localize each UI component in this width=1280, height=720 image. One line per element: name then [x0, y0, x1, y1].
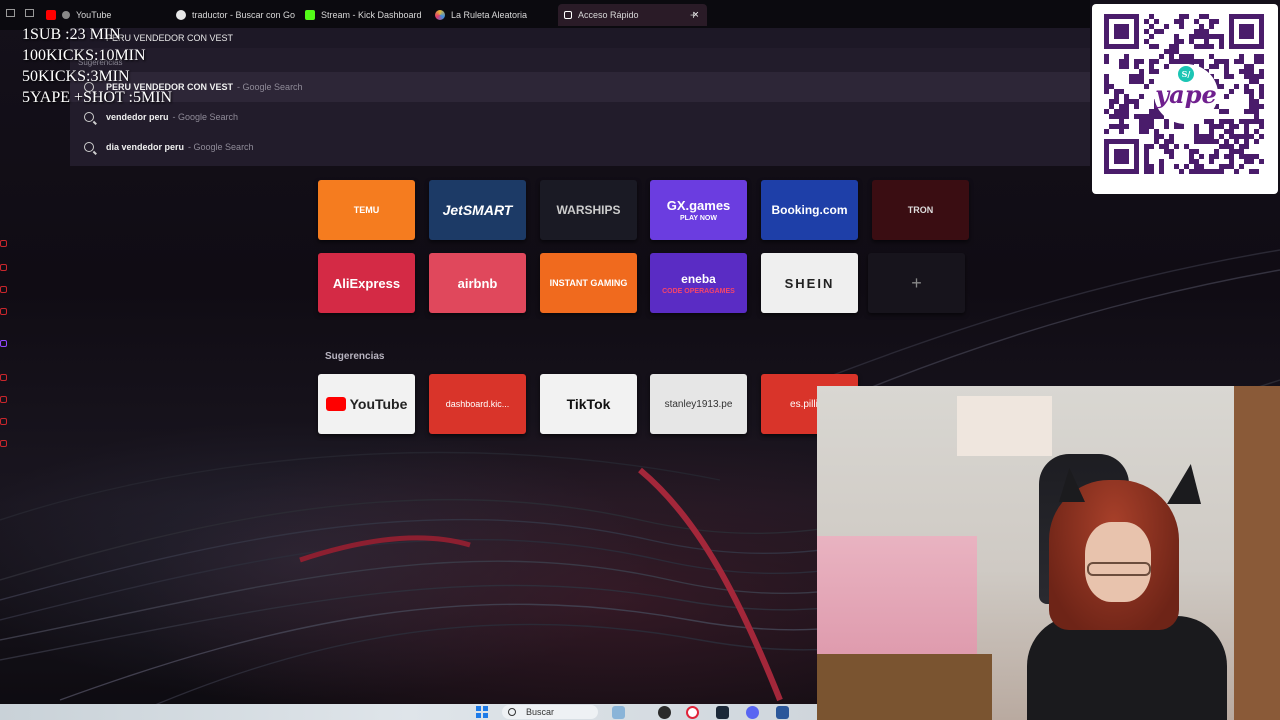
- yape-logo: S/ yape: [1154, 64, 1218, 124]
- new-tab-button[interactable]: +: [690, 8, 697, 22]
- grid-icon: [564, 11, 572, 19]
- speed-dial-warships[interactable]: WARSHIPS: [540, 180, 637, 240]
- discord-icon[interactable]: [746, 706, 759, 719]
- sidebar-app-icon[interactable]: [0, 396, 7, 403]
- sidebar-app-icon[interactable]: [0, 286, 7, 293]
- tab-title: Stream - Kick Dashboard: [321, 10, 422, 20]
- tab-ruleta[interactable]: La Ruleta Aleatoria: [435, 6, 527, 24]
- tab-youtube[interactable]: YouTube: [46, 6, 111, 24]
- kick-icon: [305, 10, 315, 20]
- tab-acceso-rapido[interactable]: Acceso Rápido ×: [558, 4, 707, 26]
- tab-title: La Ruleta Aleatoria: [451, 10, 528, 20]
- speed-dial-shein[interactable]: SHEIN: [761, 253, 858, 313]
- webcam-door: [1234, 386, 1280, 720]
- suggestion-item[interactable]: PERU VENDEDOR CON VEST - Google Search: [70, 72, 1090, 102]
- tab-title: traductor - Buscar con Go: [192, 10, 296, 20]
- suggested-stanley[interactable]: stanley1913.pe: [650, 374, 747, 434]
- search-icon: [84, 142, 94, 152]
- suggested-tiktok[interactable]: TikTok: [540, 374, 637, 434]
- speed-dial-booking[interactable]: Booking.com: [761, 180, 858, 240]
- speed-dial-jetsmart[interactable]: JetSMART: [429, 180, 526, 240]
- file-explorer-icon[interactable]: [612, 706, 625, 719]
- google-icon: [176, 10, 186, 20]
- address-bar[interactable]: PERU VENDEDOR CON VEST: [70, 28, 1090, 48]
- suggestions-label: Sugerencias: [325, 351, 385, 362]
- speaker-icon[interactable]: [62, 11, 70, 19]
- word-icon[interactable]: [776, 706, 789, 719]
- sidebar-app-icon[interactable]: [0, 264, 7, 271]
- workspace-icon[interactable]: [6, 9, 15, 17]
- suggestion-item[interactable]: vendedor peru - Google Search: [70, 102, 1090, 132]
- tab-menu-icon[interactable]: [25, 9, 34, 17]
- twitch-icon[interactable]: [0, 340, 7, 347]
- sidebar-app-icon[interactable]: [0, 440, 7, 447]
- tab-title: Acceso Rápido: [578, 10, 639, 20]
- window-controls: [6, 9, 34, 17]
- stream-overlay-text: 1SUB :23 MIN 100KICKS:10MIN 50KICKS:3MIN…: [22, 24, 172, 108]
- taskbar-search[interactable]: Buscar: [502, 705, 598, 719]
- tab-traductor[interactable]: traductor - Buscar con Go: [176, 6, 295, 24]
- windows-start-icon[interactable]: [476, 706, 488, 718]
- speed-dial-airbnb[interactable]: airbnb: [429, 253, 526, 313]
- webcam-feed: [817, 386, 1280, 720]
- speed-dial-instant-gaming[interactable]: INSTANT GAMING: [540, 253, 637, 313]
- tab-kick-dashboard[interactable]: Stream - Kick Dashboard: [305, 6, 422, 24]
- suggested-youtube[interactable]: YouTube: [318, 374, 415, 434]
- suggested-kick-dashboard[interactable]: dashboard.kic...: [429, 374, 526, 434]
- steam-icon[interactable]: [716, 706, 729, 719]
- sidebar-app-icon[interactable]: [0, 240, 7, 247]
- opera-gx-icon[interactable]: [686, 706, 699, 719]
- speed-dial-aliexpress[interactable]: AliExpress: [318, 253, 415, 313]
- overlay-line: 100KICKS:10MIN: [22, 47, 146, 64]
- wheel-icon: [435, 10, 445, 20]
- add-speed-dial-button[interactable]: +: [868, 253, 965, 313]
- sidebar-app-icon[interactable]: [0, 418, 7, 425]
- sidebar-app-icon[interactable]: [0, 374, 7, 381]
- sidebar-app-icon[interactable]: [0, 308, 7, 315]
- overlay-line: 50KICKS:3MIN: [22, 68, 130, 85]
- speed-dial-gx-games[interactable]: GX.games PLAY NOW: [650, 180, 747, 240]
- windows-taskbar: Buscar: [0, 704, 817, 720]
- overlay-line: 1SUB :23 MIN: [22, 26, 121, 43]
- app-icon[interactable]: [658, 706, 671, 719]
- overlay-line: 5YAPE +SHOT :5MIN: [22, 89, 173, 106]
- youtube-icon: [325, 397, 346, 411]
- yape-qr-code: S/ yape: [1092, 4, 1278, 194]
- speed-dial-tron[interactable]: TRON: [872, 180, 969, 240]
- webcam-streamer: [1027, 464, 1227, 720]
- webcam-bed-frame: [817, 654, 992, 720]
- search-icon: [84, 112, 94, 122]
- speed-dial-eneba[interactable]: eneba CODE OPERAGAMES: [650, 253, 747, 313]
- webcam-shelf: [957, 396, 1052, 456]
- speed-dial-temu[interactable]: TEMU: [318, 180, 415, 240]
- search-icon: [508, 708, 516, 716]
- tab-title: YouTube: [76, 10, 112, 20]
- suggestion-item[interactable]: dia vendedor peru - Google Search: [70, 132, 1090, 162]
- address-suggestions-dropdown: Sugerencias PERU VENDEDOR CON VEST - Goo…: [70, 48, 1090, 166]
- youtube-icon: [46, 10, 56, 20]
